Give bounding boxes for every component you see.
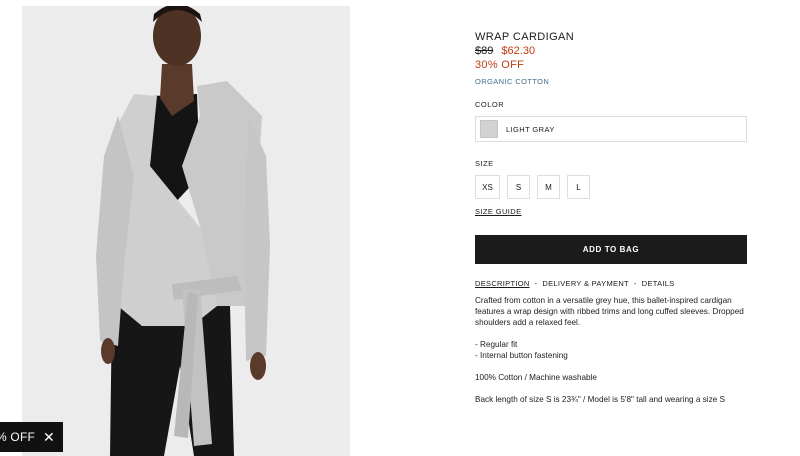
close-icon[interactable]: ✕ (43, 430, 55, 444)
care-info: 100% Cotton / Machine washable (475, 373, 597, 382)
description-content: Crafted from cotton in a versatile grey … (475, 295, 747, 405)
bullet-item: - Internal button fastening (475, 351, 568, 360)
discount-label: 30% OFF (475, 59, 525, 71)
tab-separator: - (534, 279, 538, 288)
color-swatch (480, 120, 498, 138)
tab-delivery-payment[interactable]: DELIVERY & PAYMENT (542, 279, 629, 288)
info-tabs: DESCRIPTION - DELIVERY & PAYMENT - DETAILS (475, 279, 747, 288)
size-option-s[interactable]: S (507, 175, 530, 199)
size-options: XS S M L (475, 175, 747, 199)
original-price: $89 (475, 45, 494, 57)
product-title: WRAP CARDIGAN (475, 31, 575, 43)
bullet-item: - Regular fit (475, 340, 518, 349)
promo-text: % OFF (0, 430, 35, 444)
product-details: WRAP CARDIGAN $89 $62.30 30% OFF ORGANIC… (475, 30, 747, 405)
add-to-bag-button[interactable]: ADD TO BAG (475, 235, 747, 264)
promo-banner[interactable]: % OFF ✕ (0, 422, 63, 452)
size-label: SIZE (475, 159, 494, 168)
color-label: COLOR (475, 100, 505, 109)
measurement-info: Back length of size S is 23¾" / Model is… (475, 395, 725, 404)
material-link[interactable]: ORGANIC COTTON (475, 77, 747, 86)
product-image[interactable] (22, 6, 350, 456)
model-photo-illustration (22, 6, 350, 456)
price-row: $89 $62.30 (475, 45, 747, 58)
tab-details[interactable]: DETAILS (642, 279, 675, 288)
selected-color-name: LIGHT GRAY (506, 124, 555, 134)
description-paragraph: Crafted from cotton in a versatile grey … (475, 296, 744, 327)
color-selector[interactable]: LIGHT GRAY (475, 116, 747, 142)
size-option-l[interactable]: L (567, 175, 590, 199)
sale-price: $62.30 (501, 45, 536, 57)
size-guide-link[interactable]: SIZE GUIDE (475, 207, 522, 216)
tab-description[interactable]: DESCRIPTION (475, 279, 530, 288)
size-option-m[interactable]: M (537, 175, 560, 199)
tab-separator: - (633, 279, 637, 288)
size-option-xs[interactable]: XS (475, 175, 500, 199)
